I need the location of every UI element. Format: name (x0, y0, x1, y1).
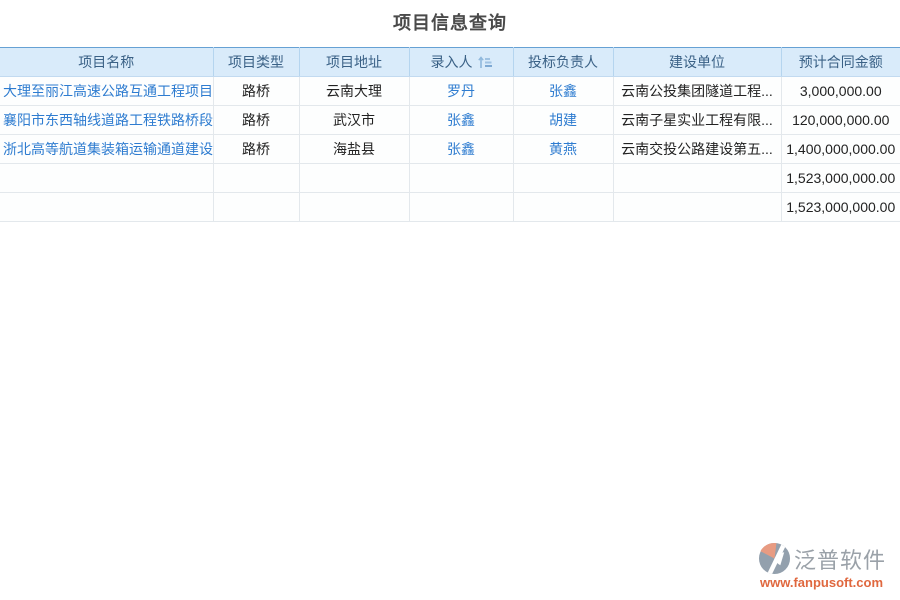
project-type-cell: 路桥 (213, 77, 299, 106)
project-name-link[interactable]: 大理至丽江高速公路互通工程项目土 (3, 83, 213, 99)
column-header-project-name[interactable]: 项目名称 (0, 48, 213, 77)
page-title: 项目信息查询 (0, 9, 900, 35)
total-row: 1,523,000,000.00 (0, 193, 900, 222)
table-row[interactable]: 大理至丽江高速公路互通工程项目土 路桥 云南大理 罗丹 张鑫 云南公投集团隧道工… (0, 77, 900, 106)
column-header-contract-amount[interactable]: 预计合同金额 (781, 48, 900, 77)
fanpu-watermark: 泛普软件 www.fanpusoft.com (758, 542, 894, 590)
subtotal-row: 1,523,000,000.00 (0, 164, 900, 193)
sort-ascending-icon[interactable] (478, 56, 492, 69)
project-address-cell: 武汉市 (299, 106, 409, 135)
column-header-recorder[interactable]: 录入人 (409, 48, 513, 77)
project-name-link[interactable]: 襄阳市东西轴线道路工程铁路桥段的 (3, 112, 213, 128)
fanpu-logo-icon (758, 542, 791, 575)
construction-unit-cell: 云南公投集团隧道工程... (613, 77, 781, 106)
table-row[interactable]: 襄阳市东西轴线道路工程铁路桥段的 路桥 武汉市 张鑫 胡建 云南子星实业工程有限… (0, 106, 900, 135)
column-header-construction-unit[interactable]: 建设单位 (613, 48, 781, 77)
contract-amount-cell: 1,400,000,000.00 (781, 135, 900, 164)
column-header-bid-manager[interactable]: 投标负责人 (513, 48, 613, 77)
construction-unit-cell: 云南交投公路建设第五... (613, 135, 781, 164)
construction-unit-cell: 云南子星实业工程有限... (613, 106, 781, 135)
bid-manager-link[interactable]: 胡建 (549, 112, 577, 128)
contract-amount-cell: 120,000,000.00 (781, 106, 900, 135)
column-header-project-type[interactable]: 项目类型 (213, 48, 299, 77)
brand-website-link[interactable]: www.fanpusoft.com (758, 575, 894, 590)
project-name-link[interactable]: 浙北高等航道集装箱运输通道建设工 (3, 141, 213, 157)
column-header-project-address[interactable]: 项目地址 (299, 48, 409, 77)
recorder-link[interactable]: 张鑫 (447, 112, 475, 128)
project-table: 项目名称 项目类型 项目地址 录入人 投标负责 (0, 47, 900, 222)
project-address-cell: 云南大理 (299, 77, 409, 106)
project-info-query-page: 项目信息查询 项目名称 项目类型 项目地址 录入人 (0, 0, 900, 600)
total-amount: 1,523,000,000.00 (781, 193, 900, 222)
bid-manager-link[interactable]: 黄燕 (549, 141, 577, 157)
recorder-link[interactable]: 张鑫 (447, 141, 475, 157)
project-type-cell: 路桥 (213, 135, 299, 164)
project-type-cell: 路桥 (213, 106, 299, 135)
subtotal-amount: 1,523,000,000.00 (781, 164, 900, 193)
project-address-cell: 海盐县 (299, 135, 409, 164)
table-row[interactable]: 浙北高等航道集装箱运输通道建设工 路桥 海盐县 张鑫 黄燕 云南交投公路建设第五… (0, 135, 900, 164)
bid-manager-link[interactable]: 张鑫 (549, 83, 577, 99)
contract-amount-cell: 3,000,000.00 (781, 77, 900, 106)
table-header-row: 项目名称 项目类型 项目地址 录入人 投标负责 (0, 48, 900, 77)
recorder-link[interactable]: 罗丹 (447, 83, 475, 99)
brand-name: 泛普软件 (794, 543, 886, 575)
column-header-recorder-label: 录入人 (431, 52, 473, 72)
